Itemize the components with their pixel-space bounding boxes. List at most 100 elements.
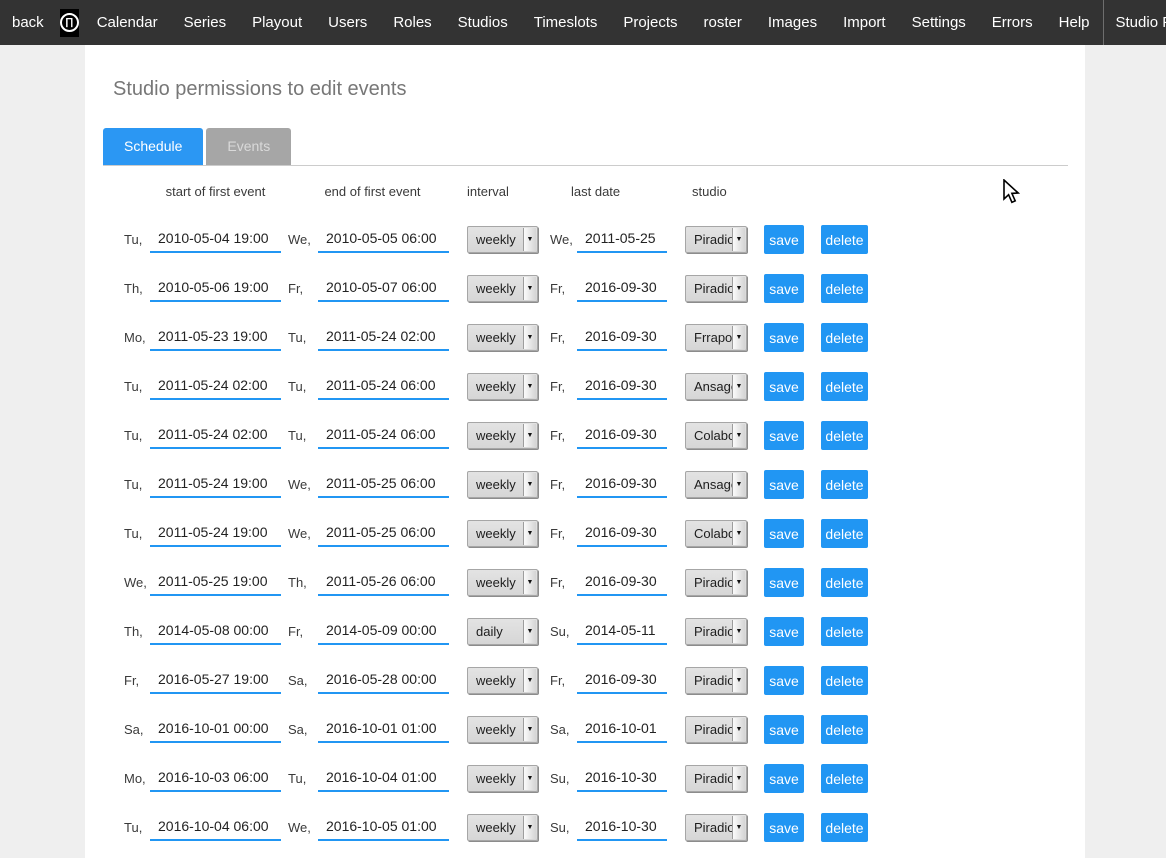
save-button[interactable]: save [764, 617, 804, 646]
chevron-down-icon[interactable]: ▼ [732, 816, 745, 839]
save-button[interactable]: save [764, 274, 804, 303]
start-datetime-input[interactable] [150, 325, 281, 351]
nav-item-playout[interactable]: Playout [239, 0, 315, 45]
end-datetime-input[interactable] [318, 227, 449, 253]
start-datetime-input[interactable] [150, 227, 281, 253]
nav-item-roster[interactable]: roster [691, 0, 755, 45]
start-datetime-input[interactable] [150, 374, 281, 400]
studio-select[interactable]: Colabo ▼ [685, 520, 747, 547]
chevron-down-icon[interactable]: ▼ [523, 277, 536, 300]
last-date-input[interactable] [577, 227, 667, 253]
back-link[interactable]: back [12, 14, 44, 31]
end-datetime-input[interactable] [318, 717, 449, 743]
studio-select[interactable]: Ansage ▼ [685, 373, 747, 400]
interval-select[interactable]: weekly ▼ [467, 814, 538, 841]
interval-select[interactable]: weekly ▼ [467, 226, 538, 253]
nav-item-import[interactable]: Import [830, 0, 899, 45]
end-datetime-input[interactable] [318, 668, 449, 694]
delete-button[interactable]: delete [821, 519, 868, 548]
interval-select[interactable]: weekly ▼ [467, 471, 538, 498]
studio-select[interactable]: Colabo ▼ [685, 422, 747, 449]
studio-context-select[interactable]: Studio Piradio ▼ [1104, 0, 1166, 45]
last-date-input[interactable] [577, 472, 667, 498]
save-button[interactable]: save [764, 225, 804, 254]
end-datetime-input[interactable] [318, 815, 449, 841]
studio-select[interactable]: Piradio ▼ [685, 667, 747, 694]
end-datetime-input[interactable] [318, 619, 449, 645]
interval-select[interactable]: weekly ▼ [467, 373, 538, 400]
interval-select[interactable]: weekly ▼ [467, 422, 538, 449]
last-date-input[interactable] [577, 521, 667, 547]
save-button[interactable]: save [764, 568, 804, 597]
start-datetime-input[interactable] [150, 276, 281, 302]
nav-item-users[interactable]: Users [315, 0, 380, 45]
last-date-input[interactable] [577, 325, 667, 351]
delete-button[interactable]: delete [821, 568, 868, 597]
start-datetime-input[interactable] [150, 472, 281, 498]
chevron-down-icon[interactable]: ▼ [523, 669, 536, 692]
start-datetime-input[interactable] [150, 815, 281, 841]
delete-button[interactable]: delete [821, 715, 868, 744]
chevron-down-icon[interactable]: ▼ [732, 522, 745, 545]
chevron-down-icon[interactable]: ▼ [523, 571, 536, 594]
nav-item-calendar[interactable]: Calendar [84, 0, 171, 45]
start-datetime-input[interactable] [150, 668, 281, 694]
save-button[interactable]: save [764, 519, 804, 548]
interval-select[interactable]: weekly ▼ [467, 716, 538, 743]
interval-select[interactable]: weekly ▼ [467, 569, 538, 596]
studio-select[interactable]: Piradio ▼ [685, 226, 747, 253]
nav-item-projects[interactable]: Projects [610, 0, 690, 45]
nav-item-errors[interactable]: Errors [979, 0, 1046, 45]
delete-button[interactable]: delete [821, 225, 868, 254]
last-date-input[interactable] [577, 276, 667, 302]
studio-select[interactable]: Piradio ▼ [685, 569, 747, 596]
delete-button[interactable]: delete [821, 764, 868, 793]
delete-button[interactable]: delete [821, 372, 868, 401]
chevron-down-icon[interactable]: ▼ [732, 767, 745, 790]
end-datetime-input[interactable] [318, 374, 449, 400]
studio-select[interactable]: Piradio ▼ [685, 716, 747, 743]
chevron-down-icon[interactable]: ▼ [732, 571, 745, 594]
last-date-input[interactable] [577, 423, 667, 449]
chevron-down-icon[interactable]: ▼ [732, 326, 745, 349]
chevron-down-icon[interactable]: ▼ [523, 767, 536, 790]
save-button[interactable]: save [764, 421, 804, 450]
chevron-down-icon[interactable]: ▼ [732, 669, 745, 692]
last-date-input[interactable] [577, 570, 667, 596]
chevron-down-icon[interactable]: ▼ [523, 473, 536, 496]
end-datetime-input[interactable] [318, 325, 449, 351]
nav-item-settings[interactable]: Settings [899, 0, 979, 45]
delete-button[interactable]: delete [821, 470, 868, 499]
save-button[interactable]: save [764, 470, 804, 499]
studio-select[interactable]: Piradio ▼ [685, 765, 747, 792]
interval-select[interactable]: weekly ▼ [467, 520, 538, 547]
chevron-down-icon[interactable]: ▼ [523, 522, 536, 545]
chevron-down-icon[interactable]: ▼ [523, 816, 536, 839]
interval-select[interactable]: weekly ▼ [467, 667, 538, 694]
tab-events[interactable]: Events [206, 128, 291, 165]
start-datetime-input[interactable] [150, 766, 281, 792]
chevron-down-icon[interactable]: ▼ [523, 375, 536, 398]
last-date-input[interactable] [577, 717, 667, 743]
nav-item-timeslots[interactable]: Timeslots [521, 0, 611, 45]
interval-select[interactable]: weekly ▼ [467, 275, 538, 302]
end-datetime-input[interactable] [318, 423, 449, 449]
nav-item-help[interactable]: Help [1046, 0, 1103, 45]
chevron-down-icon[interactable]: ▼ [732, 718, 745, 741]
last-date-input[interactable] [577, 619, 667, 645]
delete-button[interactable]: delete [821, 274, 868, 303]
interval-select[interactable]: weekly ▼ [467, 765, 538, 792]
save-button[interactable]: save [764, 323, 804, 352]
tab-schedule[interactable]: Schedule [103, 128, 203, 165]
start-datetime-input[interactable] [150, 521, 281, 547]
save-button[interactable]: save [764, 764, 804, 793]
chevron-down-icon[interactable]: ▼ [523, 620, 536, 643]
save-button[interactable]: save [764, 715, 804, 744]
nav-item-images[interactable]: Images [755, 0, 830, 45]
studio-select[interactable]: Ansage ▼ [685, 471, 747, 498]
interval-select[interactable]: daily ▼ [467, 618, 538, 645]
save-button[interactable]: save [764, 372, 804, 401]
end-datetime-input[interactable] [318, 766, 449, 792]
end-datetime-input[interactable] [318, 276, 449, 302]
delete-button[interactable]: delete [821, 323, 868, 352]
